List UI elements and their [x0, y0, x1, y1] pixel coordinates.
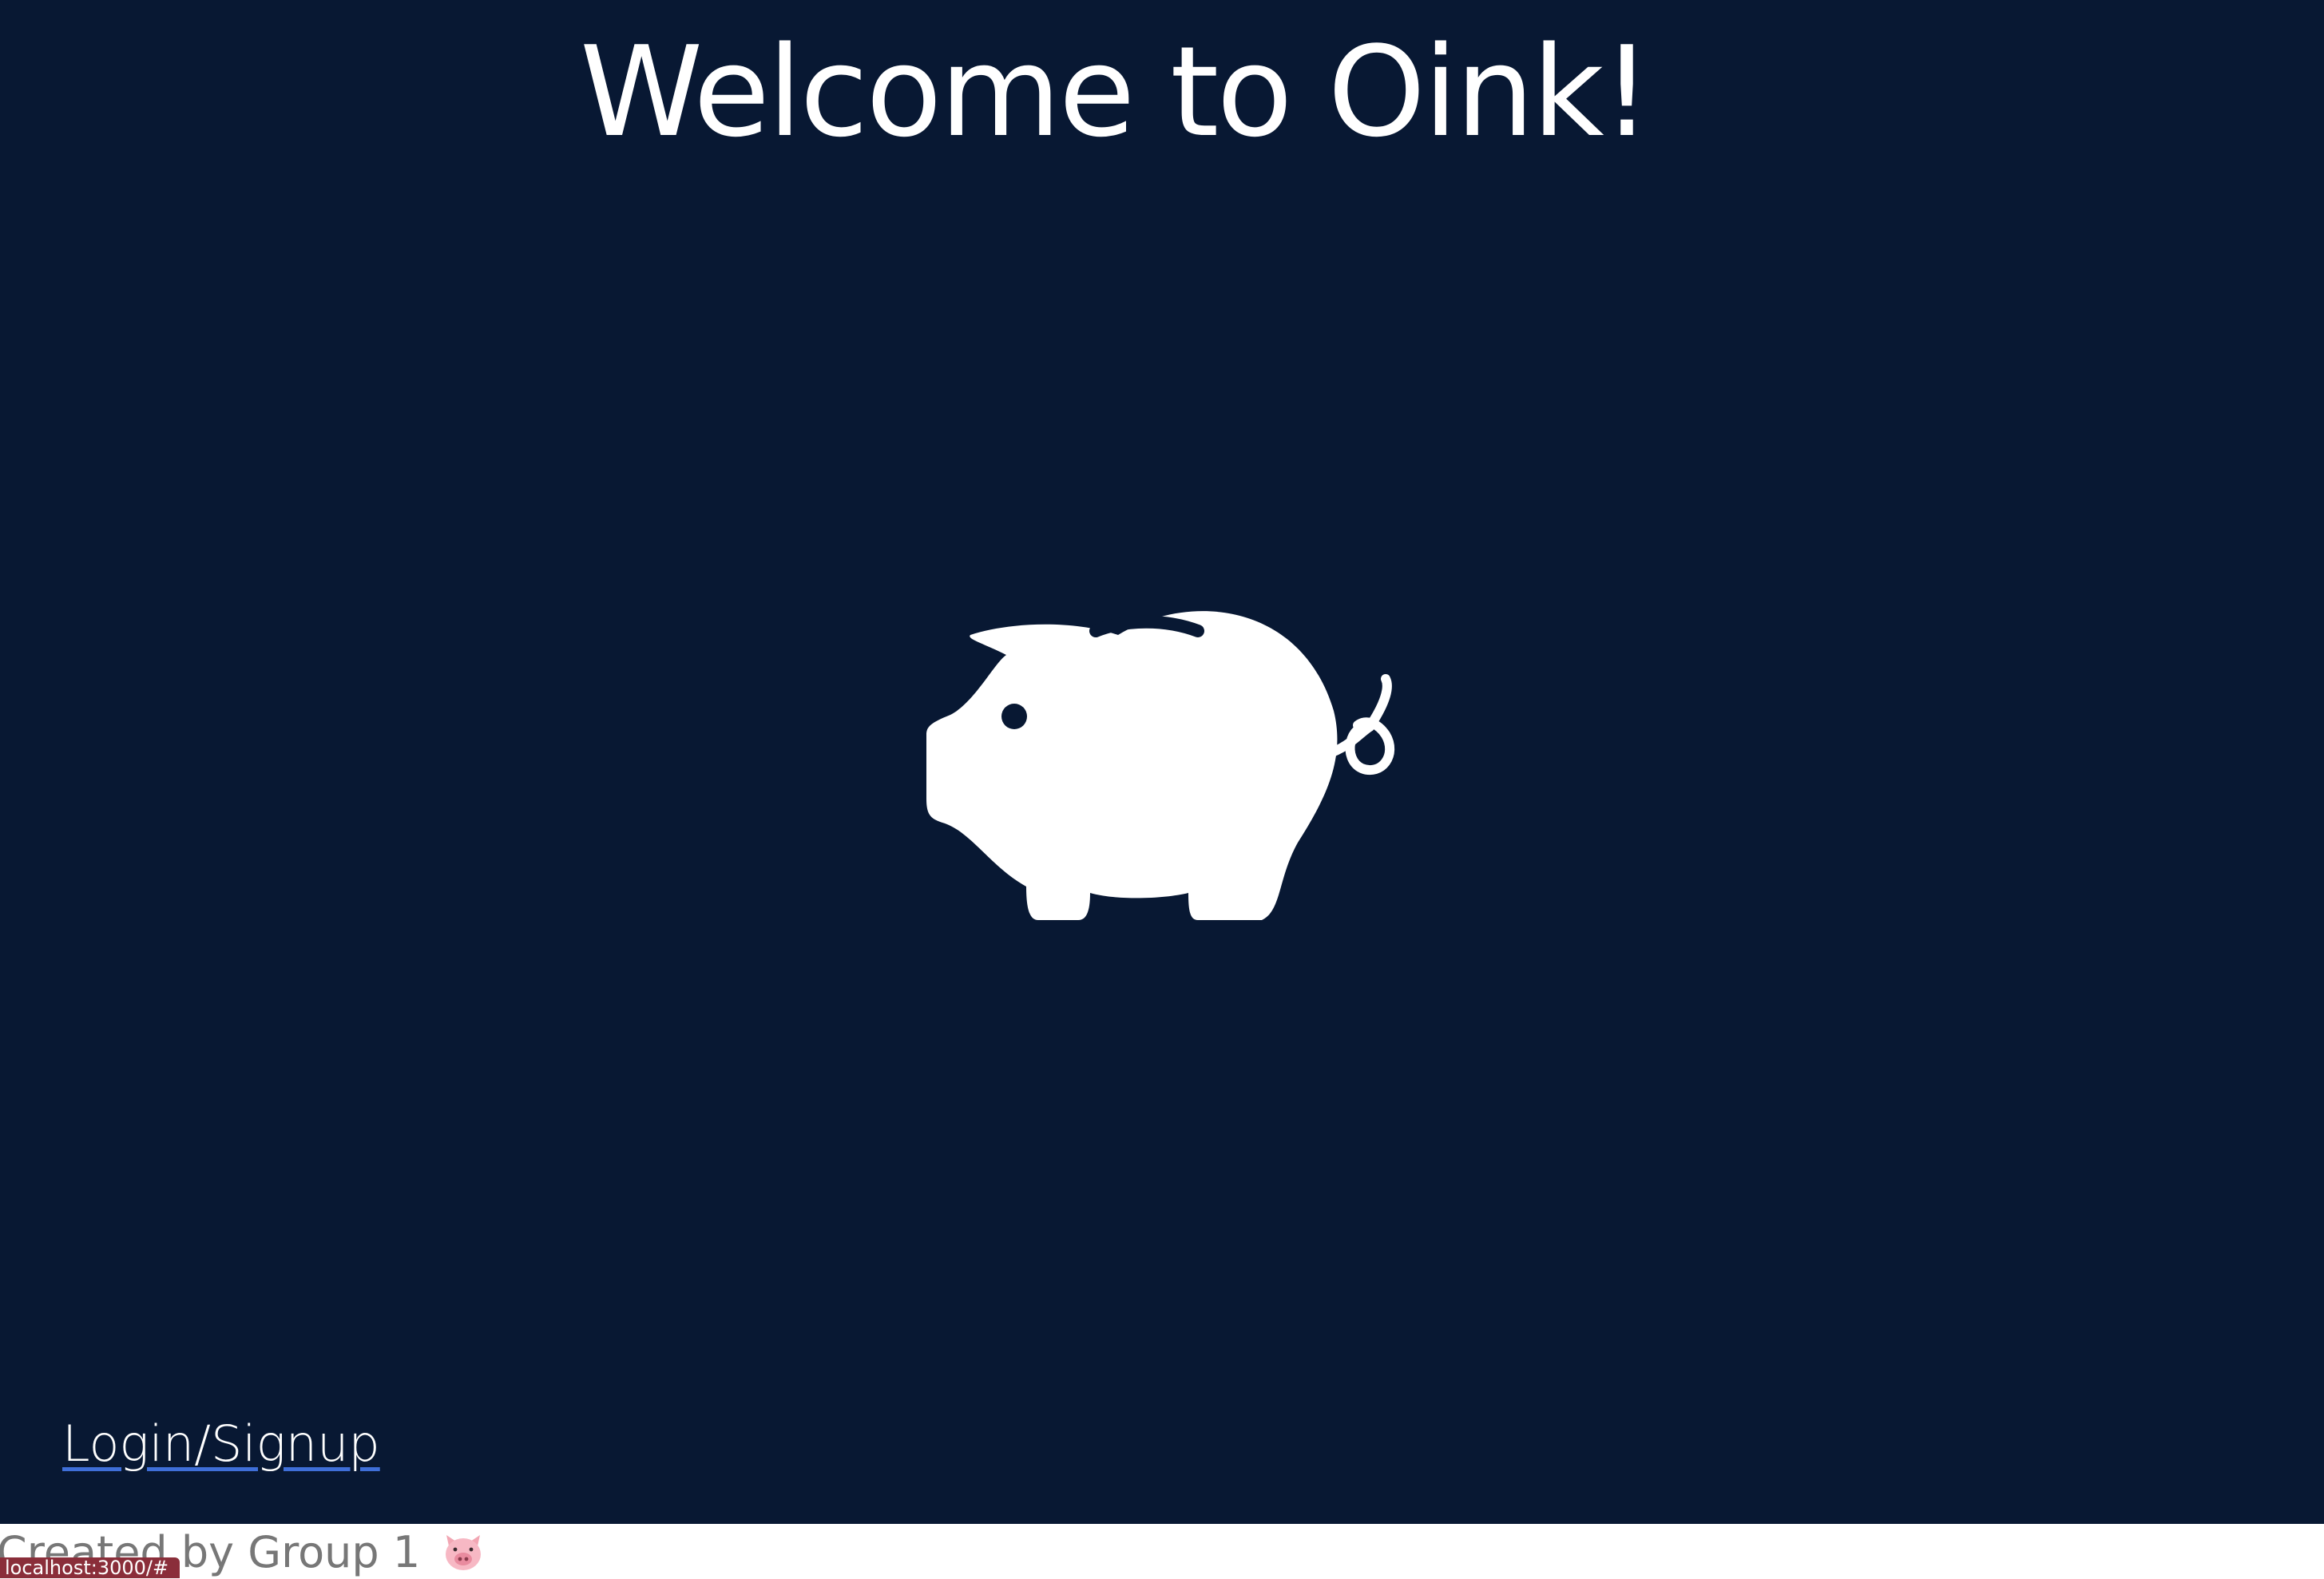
footer: Created by Group 1 — [0, 1524, 2324, 1578]
piggy-bank-icon — [926, 611, 1395, 920]
login-signup-link[interactable]: Login/Signup — [62, 1412, 380, 1476]
hero-section: Welcome to Oink! Login/Signup — [0, 0, 2324, 1524]
pig-face-icon — [446, 1535, 482, 1570]
browser-status-url: localhost:3000/# — [0, 1557, 180, 1578]
page-title: Welcome to Oink! — [580, 19, 1652, 165]
